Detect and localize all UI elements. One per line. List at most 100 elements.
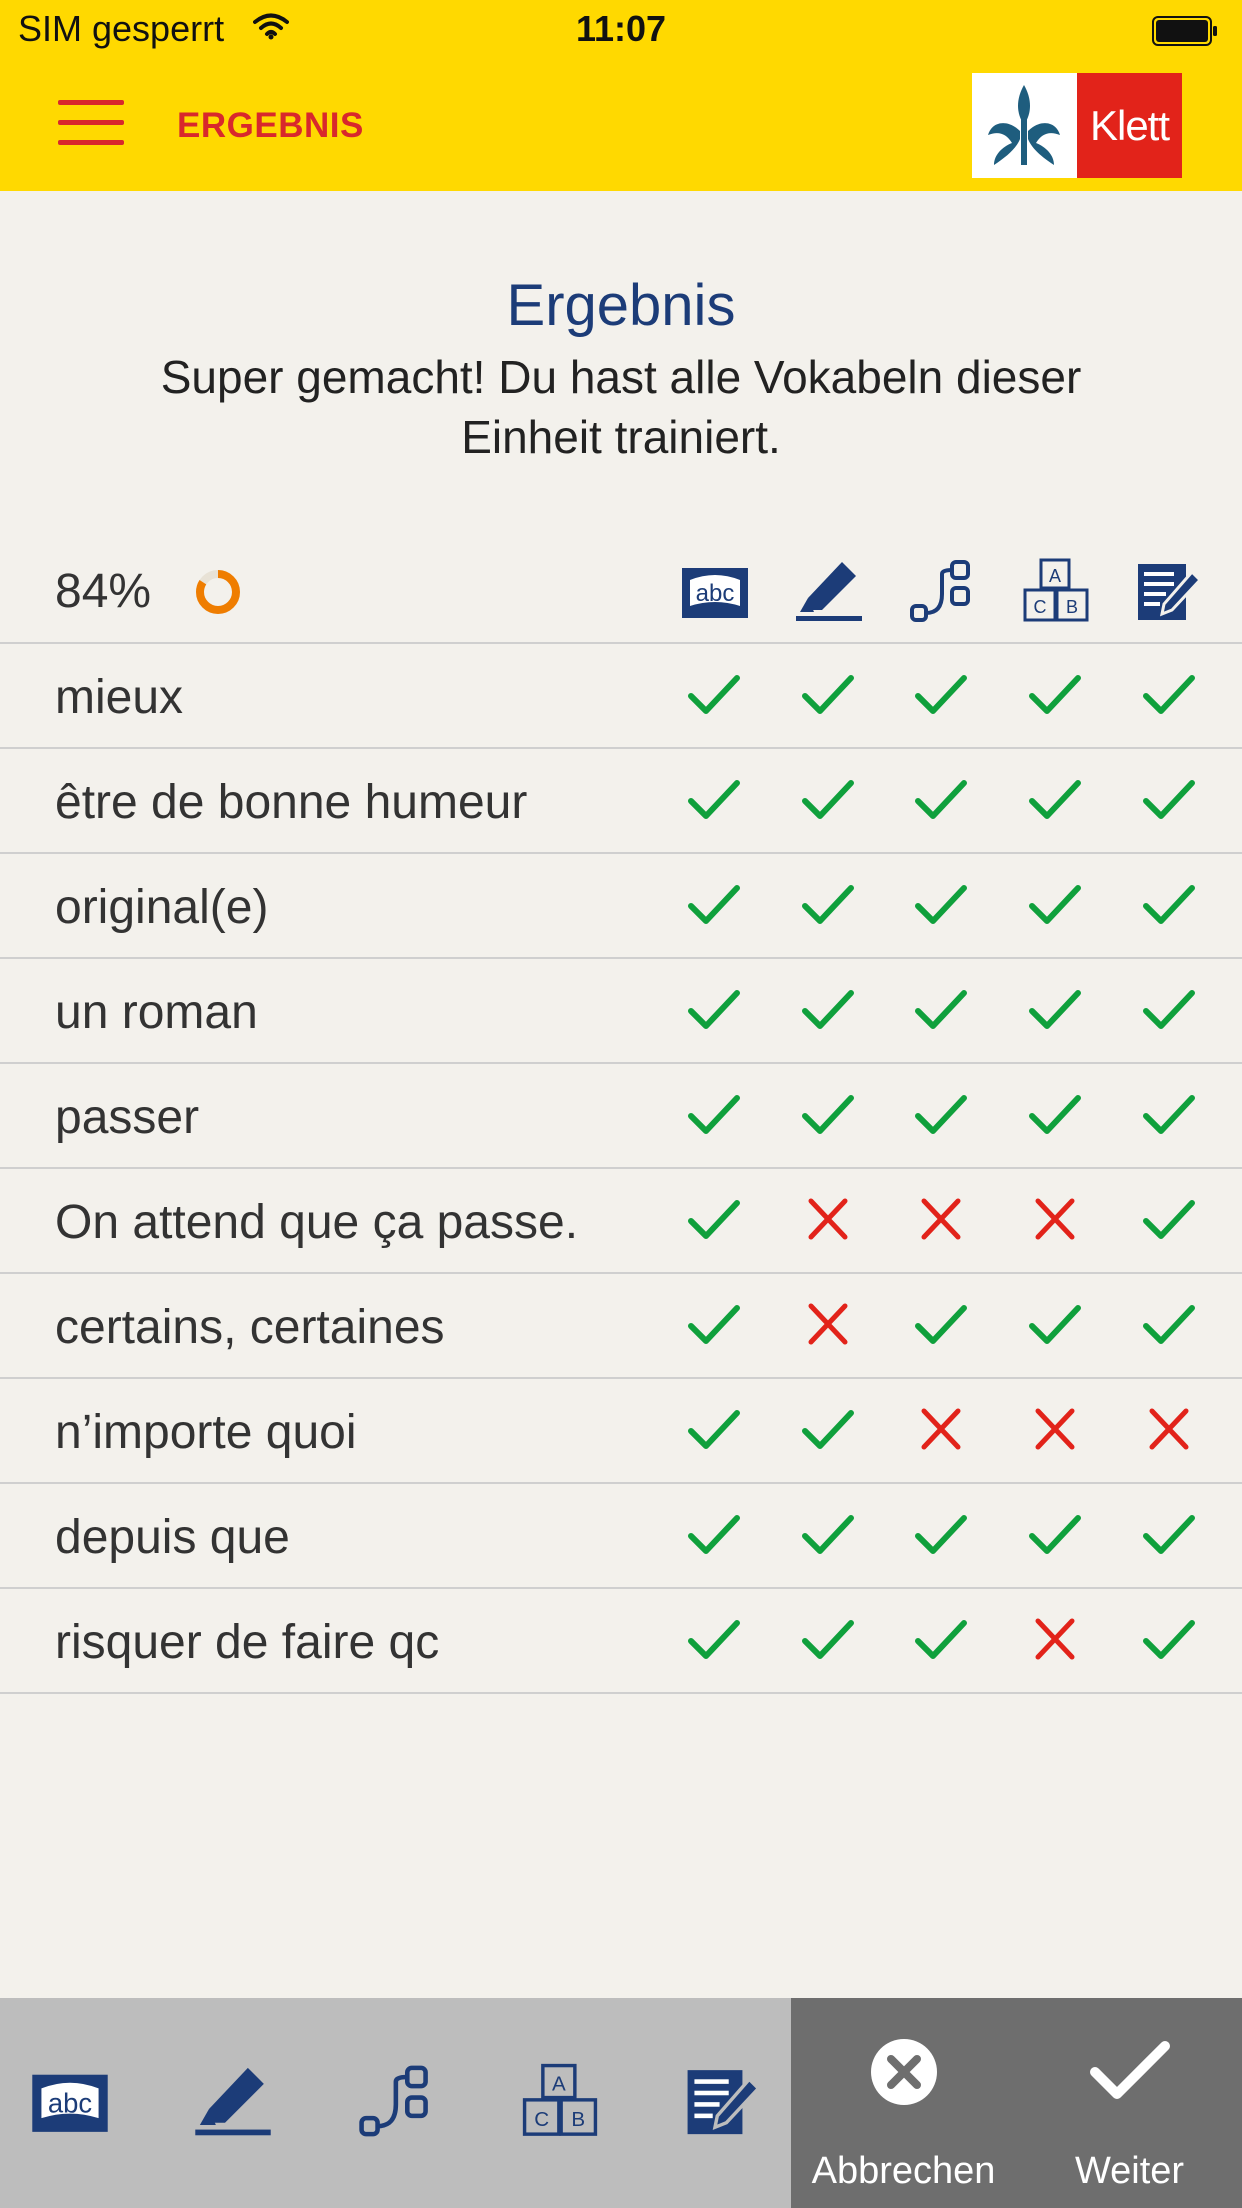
notepad-pen-icon <box>1134 558 1204 624</box>
vocab-word: mieux <box>55 671 184 724</box>
checkmark-icon <box>1090 2041 1170 2099</box>
svg-text:B: B <box>1066 597 1078 617</box>
table-row: On attend que ça passe. <box>0 1169 1242 1274</box>
vocab-word: depuis que <box>55 1511 290 1564</box>
check-icon <box>1143 1305 1195 1344</box>
cross-icon <box>1035 1618 1075 1660</box>
check-icon <box>802 780 854 819</box>
notepad-pen-icon <box>687 2070 761 2135</box>
menu-icon-line <box>58 120 124 125</box>
tab-flashcards[interactable]: abc <box>30 2061 110 2141</box>
cancel-button[interactable]: Abbrechen <box>791 1998 1016 2208</box>
cross-icon <box>1035 1408 1075 1450</box>
clock-label: 11:07 <box>575 8 667 49</box>
check-icon <box>915 780 967 819</box>
check-icon <box>802 1410 854 1449</box>
klett-logo: Klett <box>972 73 1182 178</box>
page-title: Ergebnis <box>506 273 736 338</box>
svg-text:B: B <box>571 2108 585 2131</box>
cross-icon <box>921 1198 961 1240</box>
next-label: Weiter <box>1074 2150 1185 2192</box>
check-icon <box>688 1515 740 1554</box>
cross-icon <box>1035 1198 1075 1240</box>
table-row: depuis que <box>0 1484 1242 1589</box>
check-icon <box>688 1410 740 1449</box>
vocab-word: On attend que ça passe. <box>55 1196 579 1249</box>
check-icon <box>688 1200 740 1239</box>
check-icon <box>802 1620 854 1659</box>
check-icon <box>1029 990 1081 1029</box>
bottom-toolbar: abc A C B Abbrechen Weiter <box>0 1998 1242 2208</box>
check-icon <box>915 675 967 714</box>
svg-text:C: C <box>534 2108 549 2131</box>
table-row: mieux <box>0 644 1242 749</box>
table-row: risquer de faire qc <box>0 1589 1242 1694</box>
vocab-word: être de bonne humeur <box>55 776 528 829</box>
check-icon <box>1029 1095 1081 1134</box>
abc-card-icon: abc <box>32 2074 108 2132</box>
action-panel: Abbrechen Weiter <box>791 1998 1242 2208</box>
letter-blocks-icon: A C B <box>1021 558 1091 624</box>
check-icon <box>1143 1200 1195 1239</box>
check-icon <box>915 1515 967 1554</box>
tab-connect[interactable] <box>357 2061 437 2141</box>
check-icon <box>1143 1620 1195 1659</box>
score-header-row: 84% abc A C B <box>0 538 1242 644</box>
cross-icon <box>1149 1408 1189 1450</box>
vocab-word: risquer de faire qc <box>55 1616 440 1669</box>
check-icon <box>1029 1515 1081 1554</box>
check-icon <box>1143 885 1195 924</box>
check-icon <box>1029 675 1081 714</box>
vocab-word: original(e) <box>55 881 269 934</box>
marker-icon <box>794 558 864 624</box>
score-percent: 84% <box>55 565 152 618</box>
result-message: Super gemacht! Du hast alle Vokabeln die… <box>160 351 1082 463</box>
check-icon <box>688 1305 740 1344</box>
svg-text:A: A <box>552 2073 566 2096</box>
table-row: original(e) <box>0 854 1242 959</box>
check-icon <box>1143 1515 1195 1554</box>
table-row: n’importe quoi <box>0 1379 1242 1484</box>
marker-icon <box>195 2067 271 2136</box>
table-row: un roman <box>0 959 1242 1064</box>
svg-text:A: A <box>1049 566 1061 586</box>
klett-lily-icon <box>972 73 1077 178</box>
tab-letter-blocks[interactable]: A C B <box>520 2061 600 2141</box>
vocab-word: passer <box>55 1091 200 1144</box>
vocab-word: n’importe quoi <box>55 1406 357 1459</box>
cancel-label: Abbrechen <box>811 2150 996 2192</box>
menu-icon-line <box>58 140 124 145</box>
menu-icon-line <box>58 100 124 105</box>
table-row: être de bonne humeur <box>0 749 1242 854</box>
cross-icon <box>921 1408 961 1450</box>
letter-blocks-icon: A C B <box>522 2063 598 2136</box>
check-icon <box>1029 885 1081 924</box>
check-icon <box>802 1095 854 1134</box>
check-icon <box>688 990 740 1029</box>
check-icon <box>915 990 967 1029</box>
check-icon <box>1029 1305 1081 1344</box>
connect-icon <box>359 2065 428 2137</box>
vocab-result-list: mieux être de bonne humeur original(e) un r… <box>0 644 1242 1694</box>
next-button[interactable]: Weiter <box>1017 1998 1242 2208</box>
check-icon <box>802 1515 854 1554</box>
check-icon <box>915 1620 967 1659</box>
check-icon <box>915 1095 967 1134</box>
menu-button[interactable] <box>58 100 124 146</box>
check-icon <box>802 990 854 1029</box>
cross-icon <box>808 1303 848 1345</box>
progress-ring-icon <box>196 570 240 614</box>
check-icon <box>688 885 740 924</box>
close-circle-icon <box>871 2039 937 2105</box>
check-icon <box>1143 780 1195 819</box>
tab-marker[interactable] <box>193 2061 273 2141</box>
check-icon <box>1143 675 1195 714</box>
connect-icon <box>908 558 978 624</box>
check-icon <box>915 1305 967 1344</box>
tab-write[interactable] <box>683 2061 763 2141</box>
cross-icon <box>808 1198 848 1240</box>
abc-card-icon: abc <box>680 558 750 624</box>
check-icon <box>915 885 967 924</box>
table-row: passer <box>0 1064 1242 1169</box>
check-icon <box>688 1620 740 1659</box>
